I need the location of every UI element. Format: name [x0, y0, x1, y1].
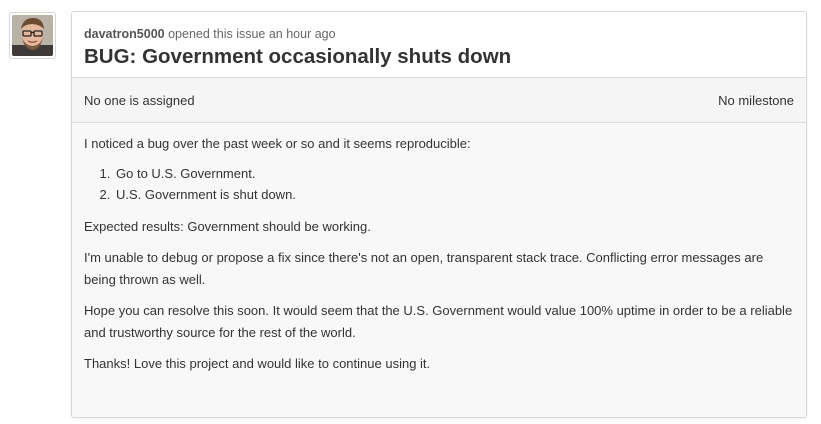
issue-title: BUG: Government occasionally shuts down: [84, 45, 512, 68]
issue-panel: davatron5000 opened this issue an hour a…: [71, 11, 807, 418]
avatar-image: [12, 15, 53, 56]
issue-info-bar: No one is assigned No milestone: [72, 78, 806, 123]
assignee-status[interactable]: No one is assigned: [84, 93, 195, 108]
list-item: Go to U.S. Government.: [114, 163, 794, 185]
author-link[interactable]: davatron5000: [84, 27, 165, 41]
body-debug: I'm unable to debug or propose a fix sin…: [84, 250, 764, 287]
issue-header: davatron5000 opened this issue an hour a…: [72, 12, 806, 78]
body-hope: Hope you can resolve this soon. It would…: [84, 303, 793, 340]
steps-list: Go to U.S. Government. U.S. Government i…: [84, 163, 794, 206]
milestone-status[interactable]: No milestone: [718, 93, 794, 108]
issue-body: I noticed a bug over the past week or so…: [72, 133, 806, 375]
issue-meta: davatron5000 opened this issue an hour a…: [84, 27, 794, 41]
author-avatar[interactable]: [9, 12, 56, 59]
body-thanks: Thanks! Love this project and would like…: [84, 356, 431, 371]
list-item: U.S. Government is shut down.: [114, 184, 794, 206]
opened-text: opened this issue an hour ago: [168, 27, 336, 41]
body-intro: I noticed a bug over the past week or so…: [84, 136, 471, 151]
body-expected: Expected results: Government should be w…: [84, 218, 371, 234]
